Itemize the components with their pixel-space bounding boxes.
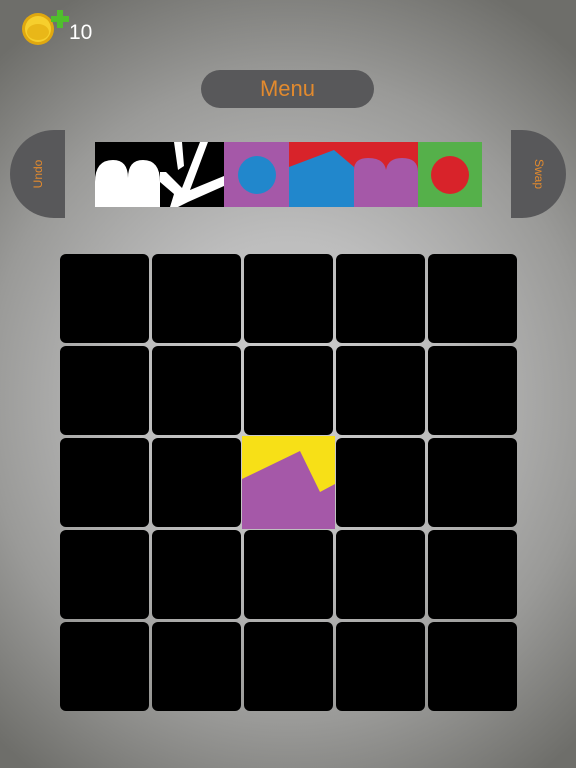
board-cell[interactable] — [60, 438, 149, 527]
board-cell[interactable] — [428, 346, 517, 435]
board-cell[interactable] — [428, 622, 517, 711]
coin-icon — [22, 13, 54, 45]
board-cell[interactable] — [60, 254, 149, 343]
board-cell[interactable] — [336, 622, 425, 711]
board-cell[interactable] — [336, 254, 425, 343]
white-arches-piece[interactable] — [95, 142, 160, 207]
puzzle-board — [60, 254, 517, 711]
board-cell[interactable] — [152, 346, 241, 435]
board-cell[interactable] — [60, 622, 149, 711]
board-cell[interactable] — [428, 254, 517, 343]
placed-piece-tile[interactable] — [242, 436, 335, 529]
plus-icon[interactable] — [51, 10, 69, 28]
board-cell[interactable] — [336, 530, 425, 619]
board-cell[interactable] — [336, 346, 425, 435]
red-dot-piece[interactable] — [418, 142, 482, 207]
board-cell[interactable] — [152, 622, 241, 711]
board-cell[interactable] — [244, 254, 333, 343]
board-cell[interactable] — [244, 622, 333, 711]
board-cell[interactable] — [244, 530, 333, 619]
board-cell[interactable] — [152, 530, 241, 619]
blue-dot-piece[interactable] — [224, 142, 289, 207]
board-cell[interactable] — [152, 254, 241, 343]
undo-button[interactable]: Undo — [10, 130, 65, 218]
board-cell[interactable] — [428, 438, 517, 527]
blue-red-wave-piece[interactable] — [289, 142, 354, 207]
purple-arches-piece[interactable] — [354, 142, 418, 207]
undo-label: Undo — [30, 159, 45, 189]
purple-over-yellow-piece — [242, 436, 335, 529]
swap-label: Swap — [531, 158, 546, 190]
board-cell[interactable] — [60, 530, 149, 619]
white-branches-piece[interactable] — [160, 142, 224, 207]
board-cell[interactable] — [244, 346, 333, 435]
board-cell[interactable] — [152, 438, 241, 527]
menu-button[interactable]: Menu — [201, 70, 374, 108]
board-cell[interactable] — [336, 438, 425, 527]
board-cell[interactable] — [60, 346, 149, 435]
piece-strip — [95, 142, 482, 207]
board-cell[interactable] — [428, 530, 517, 619]
swap-button[interactable]: Swap — [511, 130, 566, 218]
coin-count: 10 — [69, 21, 93, 44]
